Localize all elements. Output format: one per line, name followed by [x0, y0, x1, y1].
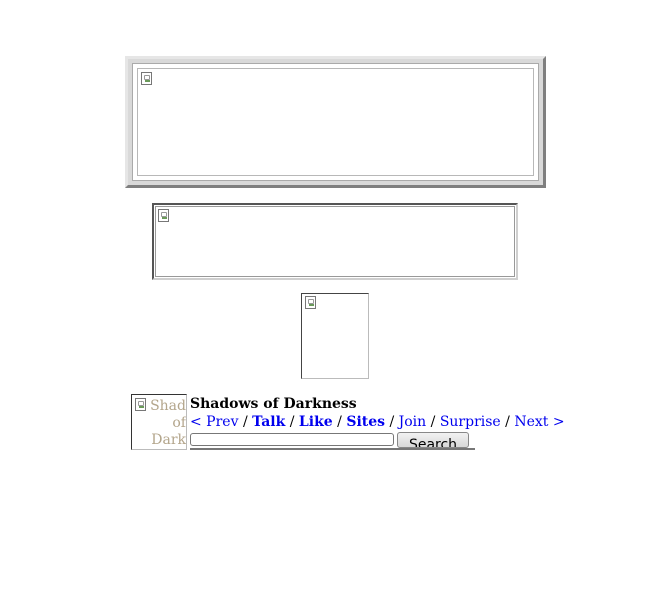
prev-link[interactable]: < Prev	[190, 414, 239, 430]
top-banner-ad[interactable]	[125, 56, 546, 188]
search-input[interactable]	[190, 433, 394, 446]
webring-widget: Shad of Dark Shadows of Darkness < Prev …	[131, 394, 565, 454]
webring-search: Search	[190, 432, 475, 450]
broken-image-icon	[158, 209, 169, 222]
separator: /	[505, 414, 510, 430]
middle-banner-image[interactable]	[155, 206, 515, 277]
separator: /	[242, 414, 248, 430]
page: Shad of Dark Shadows of Darkness < Prev …	[0, 0, 670, 600]
next-link[interactable]: Next >	[514, 414, 564, 430]
separator: /	[430, 414, 436, 430]
search-button[interactable]: Search	[397, 432, 469, 448]
surprise-link[interactable]: Surprise	[440, 414, 501, 430]
webring-title: Shadows of Darkness	[190, 396, 357, 412]
like-link[interactable]: Like	[299, 414, 333, 430]
middle-banner-ad[interactable]	[152, 203, 518, 280]
broken-image-icon	[141, 72, 152, 85]
separator: /	[337, 414, 342, 430]
webring-logo-alt-text: Shad of Dark	[150, 398, 186, 448]
separator: /	[289, 414, 295, 430]
talk-link[interactable]: Talk	[252, 414, 285, 430]
square-ad-image[interactable]	[301, 293, 369, 379]
webring-nav: < Prev / Talk / Like / Sites / Join / Su…	[190, 414, 565, 430]
join-link[interactable]: Join	[399, 414, 427, 430]
separator: /	[389, 414, 395, 430]
broken-image-icon	[305, 296, 316, 309]
webring-logo[interactable]: Shad of Dark	[131, 394, 187, 450]
top-banner-frame	[132, 63, 539, 181]
sites-link[interactable]: Sites	[346, 414, 385, 430]
top-banner-image[interactable]	[137, 68, 534, 176]
